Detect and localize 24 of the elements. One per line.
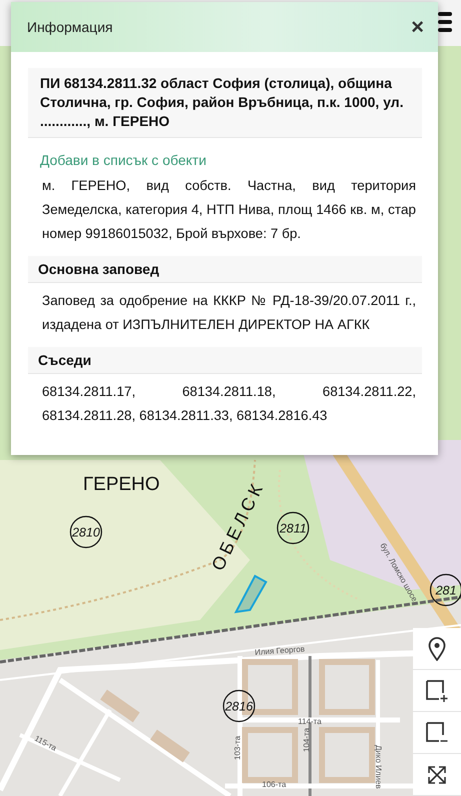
parcel-number-marker: 2810 [70, 516, 102, 548]
section-heading: Основна заповед [28, 256, 422, 283]
menu-icon[interactable] [436, 11, 454, 33]
parcel-description: м. ГЕРЕНО, вид собств. Частна, вид територия Земеделска, категория 4, НТП Нива, площ 1466 кв. м, стар номер 99186015032, Брой върхове: 7 бр. [42, 177, 416, 243]
street-label: 104-та [302, 728, 311, 752]
street-label: 114-та [298, 717, 322, 726]
close-button[interactable]: × [407, 16, 428, 38]
area-label: ГЕРЕНО [83, 474, 160, 495]
dialog-title: Информация [27, 19, 113, 35]
parcel-title: ПИ 68134.2811.32 област София (столица), община Столична, гр. София, район Връбница, п.к. 1000, ул. ............, м. ГЕРЕНО [28, 68, 422, 138]
street-label: 106-та [262, 780, 286, 789]
parcel-number-marker: 281 [430, 574, 461, 606]
square-minus-icon [425, 720, 449, 744]
expand-icon [427, 764, 447, 784]
parcel-number-marker: 2811 [276, 512, 310, 544]
section-heading: Съседи [28, 347, 422, 374]
street-label: Илия Георгов [254, 644, 306, 657]
street-label: Дико Илиев [374, 745, 383, 789]
section-text: Заповед за одобрение на КККР № РД-18-39/20.07.2011 г., издадена от ИЗПЪЛНИТЕЛЕН ДИРЕКТОР НА АГКК [42, 292, 416, 334]
square-plus-icon [425, 678, 449, 702]
map-pin-icon [428, 636, 446, 660]
parcel-number-marker: 2816 [222, 690, 256, 722]
section-text: 68134.2811.17, 68134.2811.18, 68134.2811.22, 68134.2811.28, 68134.2811.33, 68134.2816.43 [42, 383, 416, 425]
street-label: 103-та [233, 736, 242, 760]
